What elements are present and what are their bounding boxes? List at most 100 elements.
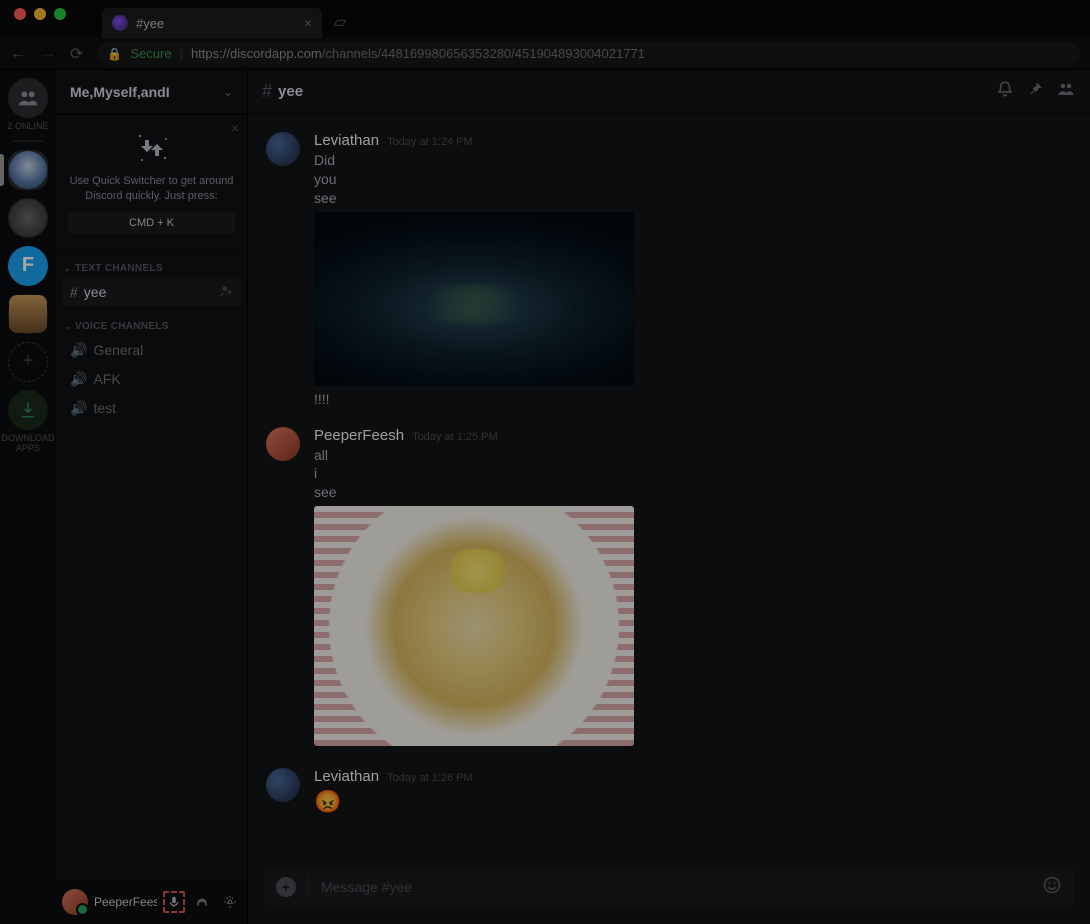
- speaker-icon: 🔊: [70, 371, 87, 388]
- friends-icon: [17, 87, 39, 109]
- lock-icon: 🔒: [107, 47, 122, 61]
- message-textbox[interactable]: Message #yee: [321, 879, 1030, 895]
- url-text: https://discordapp.com/channels/44816998…: [191, 46, 645, 61]
- voice-channels-category[interactable]: ⌄VOICE CHANNELS: [56, 307, 247, 336]
- message-author[interactable]: PeeperFeesh: [314, 427, 404, 444]
- user-name: PeeperFeesh: [94, 895, 157, 909]
- pinned-button[interactable]: [1026, 80, 1044, 103]
- speaker-icon: 🔊: [70, 400, 87, 417]
- browser-toolbar: ← → ⟳ 🔒 Secure | https://discordapp.com/…: [0, 38, 1090, 70]
- channel-yee[interactable]: # yee: [62, 279, 241, 306]
- attach-button[interactable]: +: [276, 877, 296, 897]
- swap-icon: [132, 128, 172, 168]
- message-timestamp: Today at 1:25 PM: [412, 431, 498, 443]
- settings-button[interactable]: [219, 891, 241, 913]
- message-attachment-image[interactable]: [314, 212, 634, 386]
- message-line: see: [314, 483, 1078, 502]
- memberlist-button[interactable]: [1056, 80, 1076, 103]
- secure-label: Secure: [130, 46, 171, 61]
- chevron-down-icon: ⌄: [64, 322, 71, 331]
- channel-title: yee: [278, 83, 303, 100]
- smile-icon: [1042, 875, 1062, 895]
- nav-reload-button[interactable]: ⟳: [70, 44, 83, 64]
- message-list[interactable]: Leviathan Today at 1:24 PM Did you see !…: [248, 114, 1090, 854]
- new-tab-button[interactable]: ▱: [328, 10, 352, 34]
- nav-back-button[interactable]: ←: [10, 45, 26, 63]
- gear-icon: [223, 895, 237, 909]
- discord-app: 2 ONLINE F + DOWNLOAD APPS Me,Myself,and…: [0, 70, 1090, 924]
- chat-main: # yee Leviathan Today at 1:24 PM Did you…: [248, 70, 1090, 924]
- emoji-picker-button[interactable]: [1042, 875, 1062, 900]
- guild-list: 2 ONLINE F + DOWNLOAD APPS: [0, 70, 56, 924]
- server-header[interactable]: Me,Myself,andI ⌄: [56, 70, 247, 114]
- window-minimize-icon[interactable]: [34, 8, 46, 20]
- tab-close-icon[interactable]: ×: [304, 15, 312, 31]
- download-apps-button[interactable]: [8, 390, 48, 430]
- message-timestamp: Today at 1:24 PM: [387, 136, 473, 148]
- user-panel: PeeperFeesh: [56, 880, 247, 924]
- message-author[interactable]: Leviathan: [314, 132, 379, 149]
- avatar[interactable]: [266, 427, 300, 461]
- message: Leviathan Today at 1:26 PM 😡: [266, 768, 1078, 817]
- message-line: i: [314, 464, 1078, 483]
- close-icon[interactable]: ×: [231, 120, 239, 136]
- deafen-button[interactable]: [191, 891, 213, 913]
- speaker-icon: 🔊: [70, 342, 87, 359]
- mute-button[interactable]: [163, 891, 185, 913]
- voice-test[interactable]: 🔊test: [62, 395, 241, 422]
- guild-server-1[interactable]: [8, 150, 48, 190]
- window-zoom-icon[interactable]: [54, 8, 66, 20]
- pin-icon: [1026, 80, 1044, 98]
- quick-switch-key: CMD + K: [68, 212, 235, 234]
- nav-forward-button[interactable]: →: [40, 45, 56, 63]
- text-channels-category[interactable]: ⌄TEXT CHANNELS: [56, 249, 247, 278]
- message: Leviathan Today at 1:24 PM Did you see !…: [266, 132, 1078, 409]
- browser-tabstrip: #yee × ▱: [0, 0, 1090, 38]
- message-emoji: 😡: [314, 787, 1078, 817]
- separator: [308, 876, 309, 898]
- message-line: all: [314, 446, 1078, 465]
- download-icon: [19, 401, 37, 419]
- chat-header: # yee: [248, 70, 1090, 114]
- channel-label: General: [93, 342, 143, 358]
- headphones-icon: [195, 895, 209, 909]
- user-avatar[interactable]: [62, 889, 88, 915]
- address-bar[interactable]: 🔒 Secure | https://discordapp.com/channe…: [97, 42, 1080, 66]
- guild-server-4[interactable]: [8, 294, 48, 334]
- channel-sidebar: Me,Myself,andI ⌄ × Use Quick Switcher to…: [56, 70, 248, 924]
- home-button[interactable]: [8, 78, 48, 118]
- server-name: Me,Myself,andI: [70, 84, 170, 100]
- quick-switcher-hint: × Use Quick Switcher to get around Disco…: [56, 114, 247, 249]
- message-line: you: [314, 170, 1078, 189]
- guild-server-2[interactable]: [8, 198, 48, 238]
- message-line: !!!!: [314, 390, 1078, 409]
- message-line: Did: [314, 151, 1078, 170]
- voice-general[interactable]: 🔊 General: [62, 337, 241, 364]
- hash-icon: #: [262, 81, 272, 102]
- invite-icon[interactable]: [219, 284, 233, 301]
- message-input-row: + Message #yee: [248, 854, 1090, 924]
- avatar[interactable]: [266, 132, 300, 166]
- people-icon: [1056, 80, 1076, 98]
- channel-label: yee: [84, 284, 107, 300]
- online-count: 2 ONLINE: [7, 122, 48, 132]
- message-input[interactable]: + Message #yee: [264, 868, 1074, 906]
- browser-tab[interactable]: #yee ×: [102, 8, 322, 38]
- channel-label: AFK: [93, 371, 120, 387]
- avatar[interactable]: [266, 768, 300, 802]
- chevron-down-icon: ⌄: [64, 264, 71, 273]
- voice-afk[interactable]: 🔊 AFK: [62, 366, 241, 393]
- guild-separator: [13, 140, 43, 142]
- message-attachment-image[interactable]: [314, 506, 634, 746]
- download-apps-label: DOWNLOAD APPS: [0, 434, 56, 454]
- notifications-button[interactable]: [996, 80, 1014, 103]
- add-server-button[interactable]: +: [8, 342, 48, 382]
- window-controls: [8, 0, 72, 20]
- window-close-icon[interactable]: [14, 8, 26, 20]
- microphone-icon: [167, 895, 181, 909]
- hash-icon: #: [70, 284, 78, 300]
- quick-switch-text: Use Quick Switcher to get around Discord…: [68, 174, 235, 204]
- message-line: see: [314, 189, 1078, 208]
- message-author[interactable]: Leviathan: [314, 768, 379, 785]
- guild-server-3[interactable]: F: [8, 246, 48, 286]
